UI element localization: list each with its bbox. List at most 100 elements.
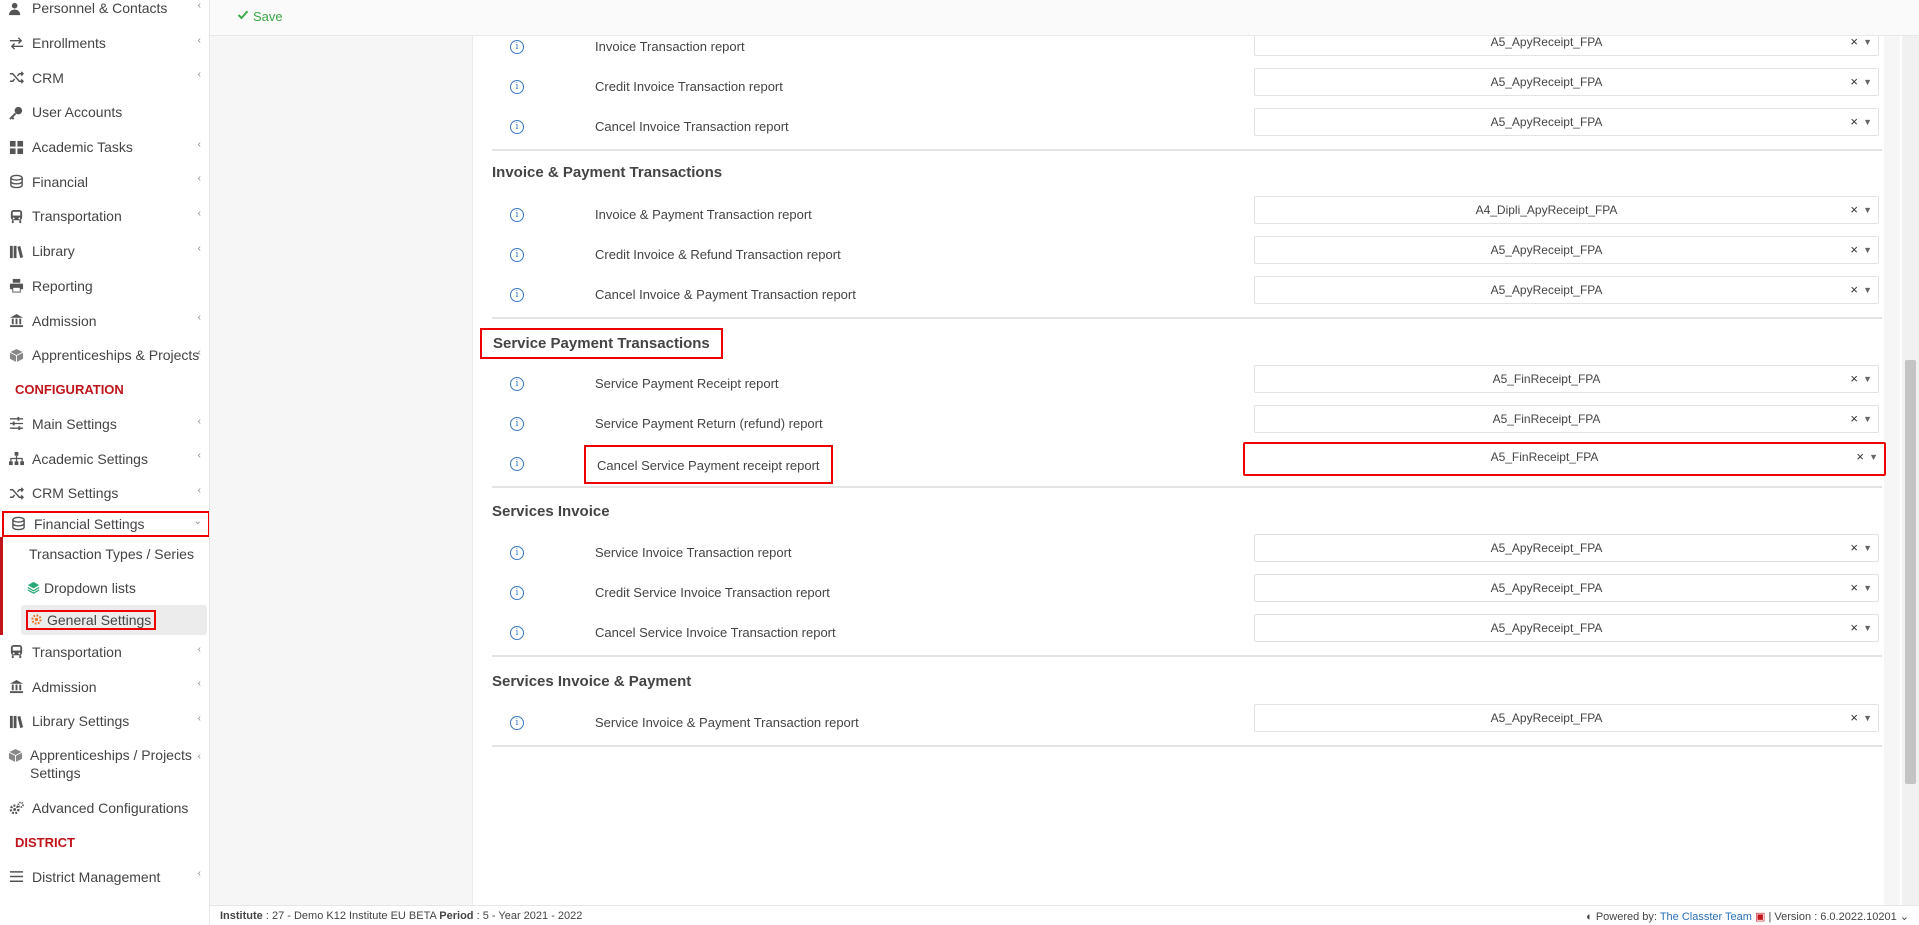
caret-down-icon[interactable]: ▼ — [1863, 285, 1872, 295]
info-icon[interactable]: i — [510, 626, 524, 640]
sidebar-item-academic-settings[interactable]: Academic Settings ‹ — [0, 441, 209, 476]
sidebar-item-library-settings[interactable]: Library Settings ‹ — [0, 704, 209, 739]
info-icon[interactable]: i — [510, 457, 524, 471]
clear-icon[interactable]: × — [1850, 74, 1858, 89]
chevron-left-icon: ‹ — [197, 678, 201, 690]
cube-icon — [8, 347, 25, 364]
clear-icon[interactable]: × — [1850, 620, 1858, 635]
caret-down-icon[interactable]: ▼ — [1863, 583, 1872, 593]
classter-team-link[interactable]: The Classter Team — [1660, 911, 1752, 923]
sidebar-item-main-settings[interactable]: Main Settings ‹ — [0, 407, 209, 442]
info-icon[interactable]: i — [510, 80, 524, 94]
chevron-left-icon: ‹ — [197, 312, 201, 324]
caret-down-icon[interactable]: ▼ — [1863, 414, 1872, 424]
clear-icon[interactable]: × — [1850, 282, 1858, 297]
report-template-select[interactable]: A5_FinReceipt_FPA × ▼ — [1243, 442, 1886, 476]
chevron-down-icon[interactable]: ⌄ — [1900, 911, 1909, 923]
setting-label: Cancel Invoice Transaction report — [595, 119, 789, 134]
clear-icon[interactable]: × — [1850, 710, 1858, 725]
report-template-select[interactable]: A5_ApyReceipt_FPA × ▼ — [1254, 36, 1879, 56]
info-icon[interactable]: i — [510, 208, 524, 222]
info-icon[interactable]: i — [510, 120, 524, 134]
sidebar-item-personnel-contacts[interactable]: Personnel & Contacts ‹ — [0, 0, 209, 26]
info-icon[interactable]: i — [510, 586, 524, 600]
sidebar-item-user-accounts[interactable]: User Accounts — [0, 95, 209, 130]
clear-icon[interactable]: × — [1850, 411, 1858, 426]
sidebar-subitem-transaction-types[interactable]: Transaction Types / Series — [3, 537, 209, 571]
sidebar-item-label: Academic Tasks — [32, 139, 133, 156]
sidebar-item-financial[interactable]: Financial ‹ — [0, 164, 209, 199]
report-template-select[interactable]: A4_Dipli_ApyReceipt_FPA × ▼ — [1254, 196, 1879, 224]
sidebar-item-advanced-configurations[interactable]: Advanced Configurations — [0, 791, 209, 826]
caret-down-icon[interactable]: ▼ — [1863, 117, 1872, 127]
report-template-select[interactable]: A5_ApyReceipt_FPA × ▼ — [1254, 236, 1879, 264]
sidebar-item-label: Library Settings — [32, 713, 130, 730]
setting-row: i Cancel Invoice Transaction report A5_Apy… — [492, 107, 1882, 151]
caret-down-icon[interactable]: ▼ — [1863, 623, 1872, 633]
sidebar-item-crm[interactable]: CRM ‹ — [0, 60, 209, 95]
report-template-select[interactable]: A5_ApyReceipt_FPA × ▼ — [1254, 704, 1879, 732]
caret-down-icon[interactable]: ▼ — [1863, 77, 1872, 87]
caret-down-icon[interactable]: ▼ — [1863, 37, 1872, 47]
books-icon — [8, 243, 25, 260]
caret-down-icon[interactable]: ▼ — [1863, 713, 1872, 723]
setting-row: i Cancel Service Invoice Transaction repo… — [492, 613, 1882, 657]
caret-down-icon[interactable]: ▼ — [1863, 245, 1872, 255]
sidebar-item-apprenticeships-projects[interactable]: Apprenticeships & Projects ‹ — [0, 338, 209, 373]
save-button[interactable]: Save — [237, 9, 283, 24]
caret-down-icon[interactable]: ▼ — [1863, 205, 1872, 215]
chevron-left-icon: ‹ — [197, 643, 201, 655]
info-icon[interactable]: i — [510, 288, 524, 302]
sidebar-subitem-general-settings[interactable]: General Settings — [21, 604, 207, 635]
sidebar-item-financial-settings[interactable]: Financial Settings ⌄ — [2, 510, 209, 537]
sidebar-item-transportation[interactable]: Transportation ‹ — [0, 199, 209, 234]
chevron-left-icon: ‹ — [197, 0, 201, 11]
clear-icon[interactable]: × — [1850, 36, 1858, 49]
select-value: A5_FinReceipt_FPA — [1490, 450, 1599, 464]
info-icon[interactable]: i — [510, 546, 524, 560]
info-icon[interactable]: i — [510, 40, 524, 54]
scrollbar-thumb[interactable] — [1905, 360, 1916, 784]
sidebar-item-label: CRM — [32, 69, 64, 86]
select-value: A5_ApyReceipt_FPA — [1490, 115, 1603, 129]
info-icon[interactable]: i — [510, 417, 524, 431]
vertical-scrollbar[interactable] — [1902, 36, 1919, 905]
clear-icon[interactable]: × — [1850, 242, 1858, 257]
report-template-select[interactable]: A5_FinReceipt_FPA × ▼ — [1254, 365, 1879, 393]
sidebar-subitem-dropdown-lists[interactable]: Dropdown lists — [3, 571, 209, 605]
clear-icon[interactable]: × — [1850, 371, 1858, 386]
info-icon[interactable]: i — [510, 377, 524, 391]
clear-icon[interactable]: × — [1850, 114, 1858, 129]
caret-down-icon[interactable]: ▼ — [1863, 543, 1872, 553]
info-icon[interactable]: i — [510, 248, 524, 262]
clear-icon[interactable]: × — [1850, 202, 1858, 217]
report-template-select[interactable]: A5_FinReceipt_FPA × ▼ — [1254, 405, 1879, 433]
report-template-select[interactable]: A5_ApyReceipt_FPA × ▼ — [1254, 574, 1879, 602]
sidebar-item-district-management[interactable]: District Management ‹ — [0, 859, 209, 894]
report-template-select[interactable]: A5_ApyReceipt_FPA × ▼ — [1254, 276, 1879, 304]
shuffle-icon — [8, 69, 25, 86]
sidebar-item-enrollments[interactable]: Enrollments ‹ — [0, 26, 209, 61]
caret-down-icon[interactable]: ▼ — [1869, 452, 1878, 462]
printer-icon — [8, 277, 25, 294]
report-template-select[interactable]: A5_ApyReceipt_FPA × ▼ — [1254, 614, 1879, 642]
sidebar-item-admission[interactable]: Admission ‹ — [0, 669, 209, 704]
sidebar-item-academic-tasks[interactable]: Academic Tasks ‹ — [0, 130, 209, 165]
info-icon[interactable]: i — [510, 716, 524, 730]
sidebar-item-library[interactable]: Library ‹ — [0, 234, 209, 269]
report-template-select[interactable]: A5_ApyReceipt_FPA × ▼ — [1254, 68, 1879, 96]
setting-row: i Service Invoice Transaction report A5_Ap… — [492, 533, 1882, 577]
setting-label: Cancel Service Invoice Transaction repor… — [595, 625, 836, 640]
sidebar-item-apprenticeships-projects-settings[interactable]: Apprenticeships / Projects Settings ‹ — [0, 739, 209, 791]
clear-icon[interactable]: × — [1856, 449, 1864, 464]
sidebar-item-admission[interactable]: Admission ‹ — [0, 303, 209, 338]
sidebar-item-crm-settings[interactable]: CRM Settings ‹ — [0, 476, 209, 511]
report-template-select[interactable]: A5_ApyReceipt_FPA × ▼ — [1254, 108, 1879, 136]
clear-icon[interactable]: × — [1850, 580, 1858, 595]
caret-down-icon[interactable]: ▼ — [1863, 374, 1872, 384]
sidebar-item-transportation[interactable]: Transportation ‹ — [0, 635, 209, 670]
configuration-heading: CONFIGURATION — [15, 382, 124, 398]
sidebar-item-reporting[interactable]: Reporting — [0, 269, 209, 304]
report-template-select[interactable]: A5_ApyReceipt_FPA × ▼ — [1254, 534, 1879, 562]
clear-icon[interactable]: × — [1850, 540, 1858, 555]
